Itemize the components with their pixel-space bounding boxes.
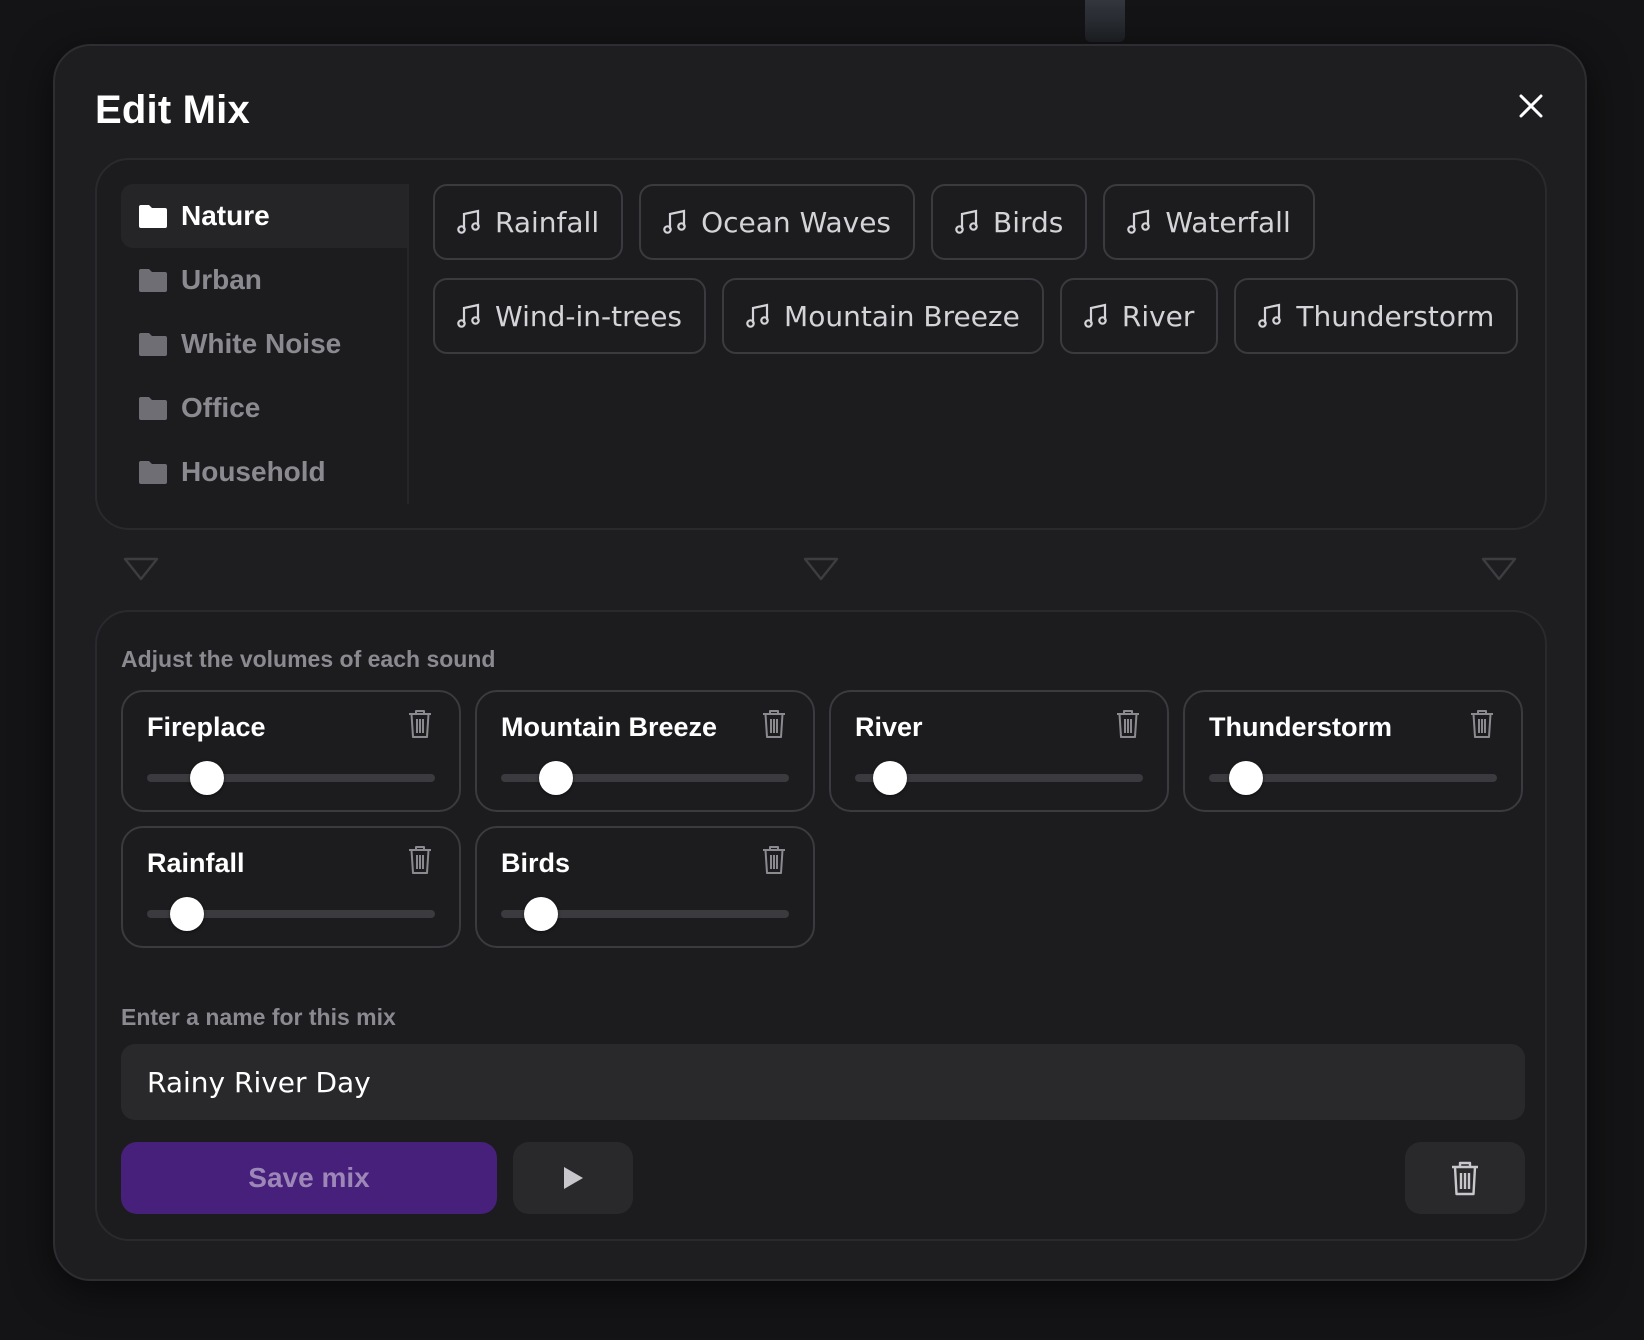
category-item-nature[interactable]: Nature [121,184,407,248]
volume-card-title: Fireplace [147,712,266,742]
sound-chip-rainfall[interactable]: Rainfall [433,184,624,260]
sound-chip-birds[interactable]: Birds [931,184,1088,260]
volume-slider[interactable] [147,897,435,931]
volume-slider-knob[interactable] [538,761,573,795]
volume-slider[interactable] [501,897,789,931]
sound-chip-waterfall[interactable]: Waterfall [1103,184,1315,260]
category-item-household[interactable]: Household [121,440,407,504]
sound-chip-mountain-breeze[interactable]: Mountain Breeze [722,278,1044,354]
volume-slider-knob[interactable] [872,761,907,795]
music-note-icon [746,303,769,328]
volume-card-thunderstorm: Thunderstorm [1183,690,1523,812]
chevron-down-icon [803,557,839,581]
category-item-office[interactable]: Office [121,376,407,440]
folder-icon [139,461,167,484]
trash-icon[interactable] [1469,708,1495,740]
volume-card-title: Rainfall [147,848,245,878]
mix-editor-panel: Adjust the volumes of each sound Firepla… [95,610,1547,1241]
volume-card-river: River [829,690,1169,812]
trash-icon [1452,1161,1478,1196]
background-glow [1085,0,1125,42]
category-label: Office [181,392,261,423]
category-item-white-noise[interactable]: White Noise [121,312,407,376]
sound-chip-label: Waterfall [1165,205,1291,239]
play-button[interactable] [513,1142,633,1214]
volume-slider[interactable] [501,761,789,795]
music-note-icon [1084,303,1107,328]
sound-chip-label: Thunderstorm [1296,299,1495,333]
volume-card-rainfall: Rainfall [121,826,461,948]
volume-card-title: Mountain Breeze [501,712,718,742]
save-mix-button[interactable]: Save mix [121,1142,497,1214]
category-list: Nature Urban White Noise Office Househol… [121,184,409,504]
music-note-icon [457,209,480,234]
close-button[interactable] [1511,86,1551,126]
folder-icon [139,333,167,356]
sound-chip-thunderstorm[interactable]: Thunderstorm [1234,278,1519,354]
sound-chip-river[interactable]: River [1059,278,1219,354]
sound-chip-wind-in-trees[interactable]: Wind-in-trees [433,278,707,354]
modal-title: Edit Mix [95,88,250,132]
sound-chip-ocean-waves[interactable]: Ocean Waves [639,184,916,260]
volume-slider-knob[interactable] [190,761,225,795]
sound-chip-label: Ocean Waves [701,205,892,239]
sound-chip-label: Rainfall [495,205,600,239]
trash-icon[interactable] [407,708,433,740]
folder-icon [139,205,167,228]
volume-slider[interactable] [147,761,435,795]
trash-icon[interactable] [407,844,433,876]
category-label: White Noise [181,328,342,359]
volume-card-title: River [855,712,923,742]
volume-slider[interactable] [1209,761,1497,795]
sound-chip-label: River [1121,299,1195,333]
sound-chip-label: Mountain Breeze [784,299,1020,333]
edit-mix-modal: Edit Mix Nature Urban White Noise Office [53,44,1587,1281]
category-label: Nature [181,200,270,231]
folder-icon [139,269,167,292]
music-note-icon [955,209,978,234]
sound-chip-label: Birds [993,205,1064,239]
volume-card-fireplace: Fireplace [121,690,461,812]
volume-card-birds: Birds [475,826,815,948]
trash-icon[interactable] [1115,708,1141,740]
mix-name-input[interactable] [121,1044,1525,1120]
mix-name-label: Enter a name for this mix [121,1004,396,1030]
category-label: Household [181,456,326,487]
volume-card-grid: Fireplace Mountain Breeze River Thunderstor… [121,690,1525,948]
music-note-icon [1127,209,1151,234]
trash-icon[interactable] [761,708,787,740]
music-note-icon [457,303,480,328]
volume-card-mountain-breeze: Mountain Breeze [475,690,815,812]
trash-icon[interactable] [761,844,787,876]
volume-slider-knob[interactable] [1229,761,1264,795]
music-note-icon [663,209,686,234]
chevron-down-icon [123,557,159,581]
close-icon [1519,94,1543,118]
folder-icon [139,397,167,420]
flow-arrows [95,556,1547,596]
category-label: Urban [181,264,262,295]
sound-chip-list: Rainfall Ocean Waves Birds Waterfall Win… [433,184,1523,354]
volume-slider-knob[interactable] [524,897,559,931]
volumes-label: Adjust the volumes of each sound [121,646,496,672]
volume-slider-knob[interactable] [170,897,205,931]
volume-slider[interactable] [855,761,1143,795]
chevron-down-icon [1481,557,1517,581]
volume-card-title: Birds [501,848,571,878]
delete-mix-button[interactable] [1405,1142,1525,1214]
play-icon [564,1167,583,1189]
music-note-icon [1258,303,1282,328]
category-item-urban[interactable]: Urban [121,248,407,312]
volume-card-title: Thunderstorm [1209,712,1393,742]
sound-picker-panel: Nature Urban White Noise Office Househol… [95,158,1547,530]
sound-chip-label: Wind-in-trees [495,299,683,333]
